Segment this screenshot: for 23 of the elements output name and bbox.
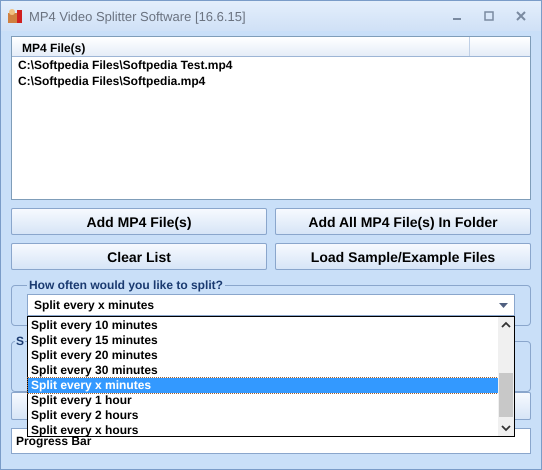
dropdown-option[interactable]: Split every x hours (28, 423, 498, 438)
app-icon (6, 7, 24, 25)
caret-icon (499, 302, 508, 308)
group-label: How often would you like to split? (28, 278, 224, 292)
file-list[interactable]: MP4 File(s) C:\Softpedia Files\Softpedia Test.mp4 C:\Softpedia Files\Softpedia.mp4 (11, 36, 531, 200)
window-title: MP4 Video Splitter Software [16.6.15] (29, 8, 247, 24)
file-path[interactable]: C:\Softpedia Files\Softpedia.mp4 (12, 73, 530, 89)
dropdown-option[interactable]: Split every 2 hours (28, 408, 498, 423)
file-path[interactable]: C:\Softpedia Files\Softpedia Test.mp4 (12, 57, 530, 73)
close-icon[interactable] (515, 10, 527, 22)
action-button[interactable]: Add MP4 File(s) (11, 208, 267, 235)
dropdown-option[interactable]: Split every 15 minutes (28, 333, 498, 348)
action-button[interactable]: Clear List (11, 243, 267, 270)
scrollbar[interactable] (498, 317, 514, 436)
action-button[interactable]: Add All MP4 File(s) In Folder (275, 208, 531, 235)
action-button[interactable]: Load Sample/Example Files (275, 243, 531, 270)
dropdown-option[interactable]: Split every 10 minutes (28, 318, 498, 333)
split-dropdown[interactable]: Split every x minutes (27, 294, 515, 316)
dropdown-option[interactable]: Split every 1 hour (28, 393, 498, 408)
dropdown-option[interactable]: Split every 30 minutes (28, 363, 498, 378)
maximize-icon[interactable] (483, 10, 495, 22)
group-label: S (15, 334, 26, 348)
dropdown-option[interactable]: Split every 20 minutes (28, 348, 498, 363)
